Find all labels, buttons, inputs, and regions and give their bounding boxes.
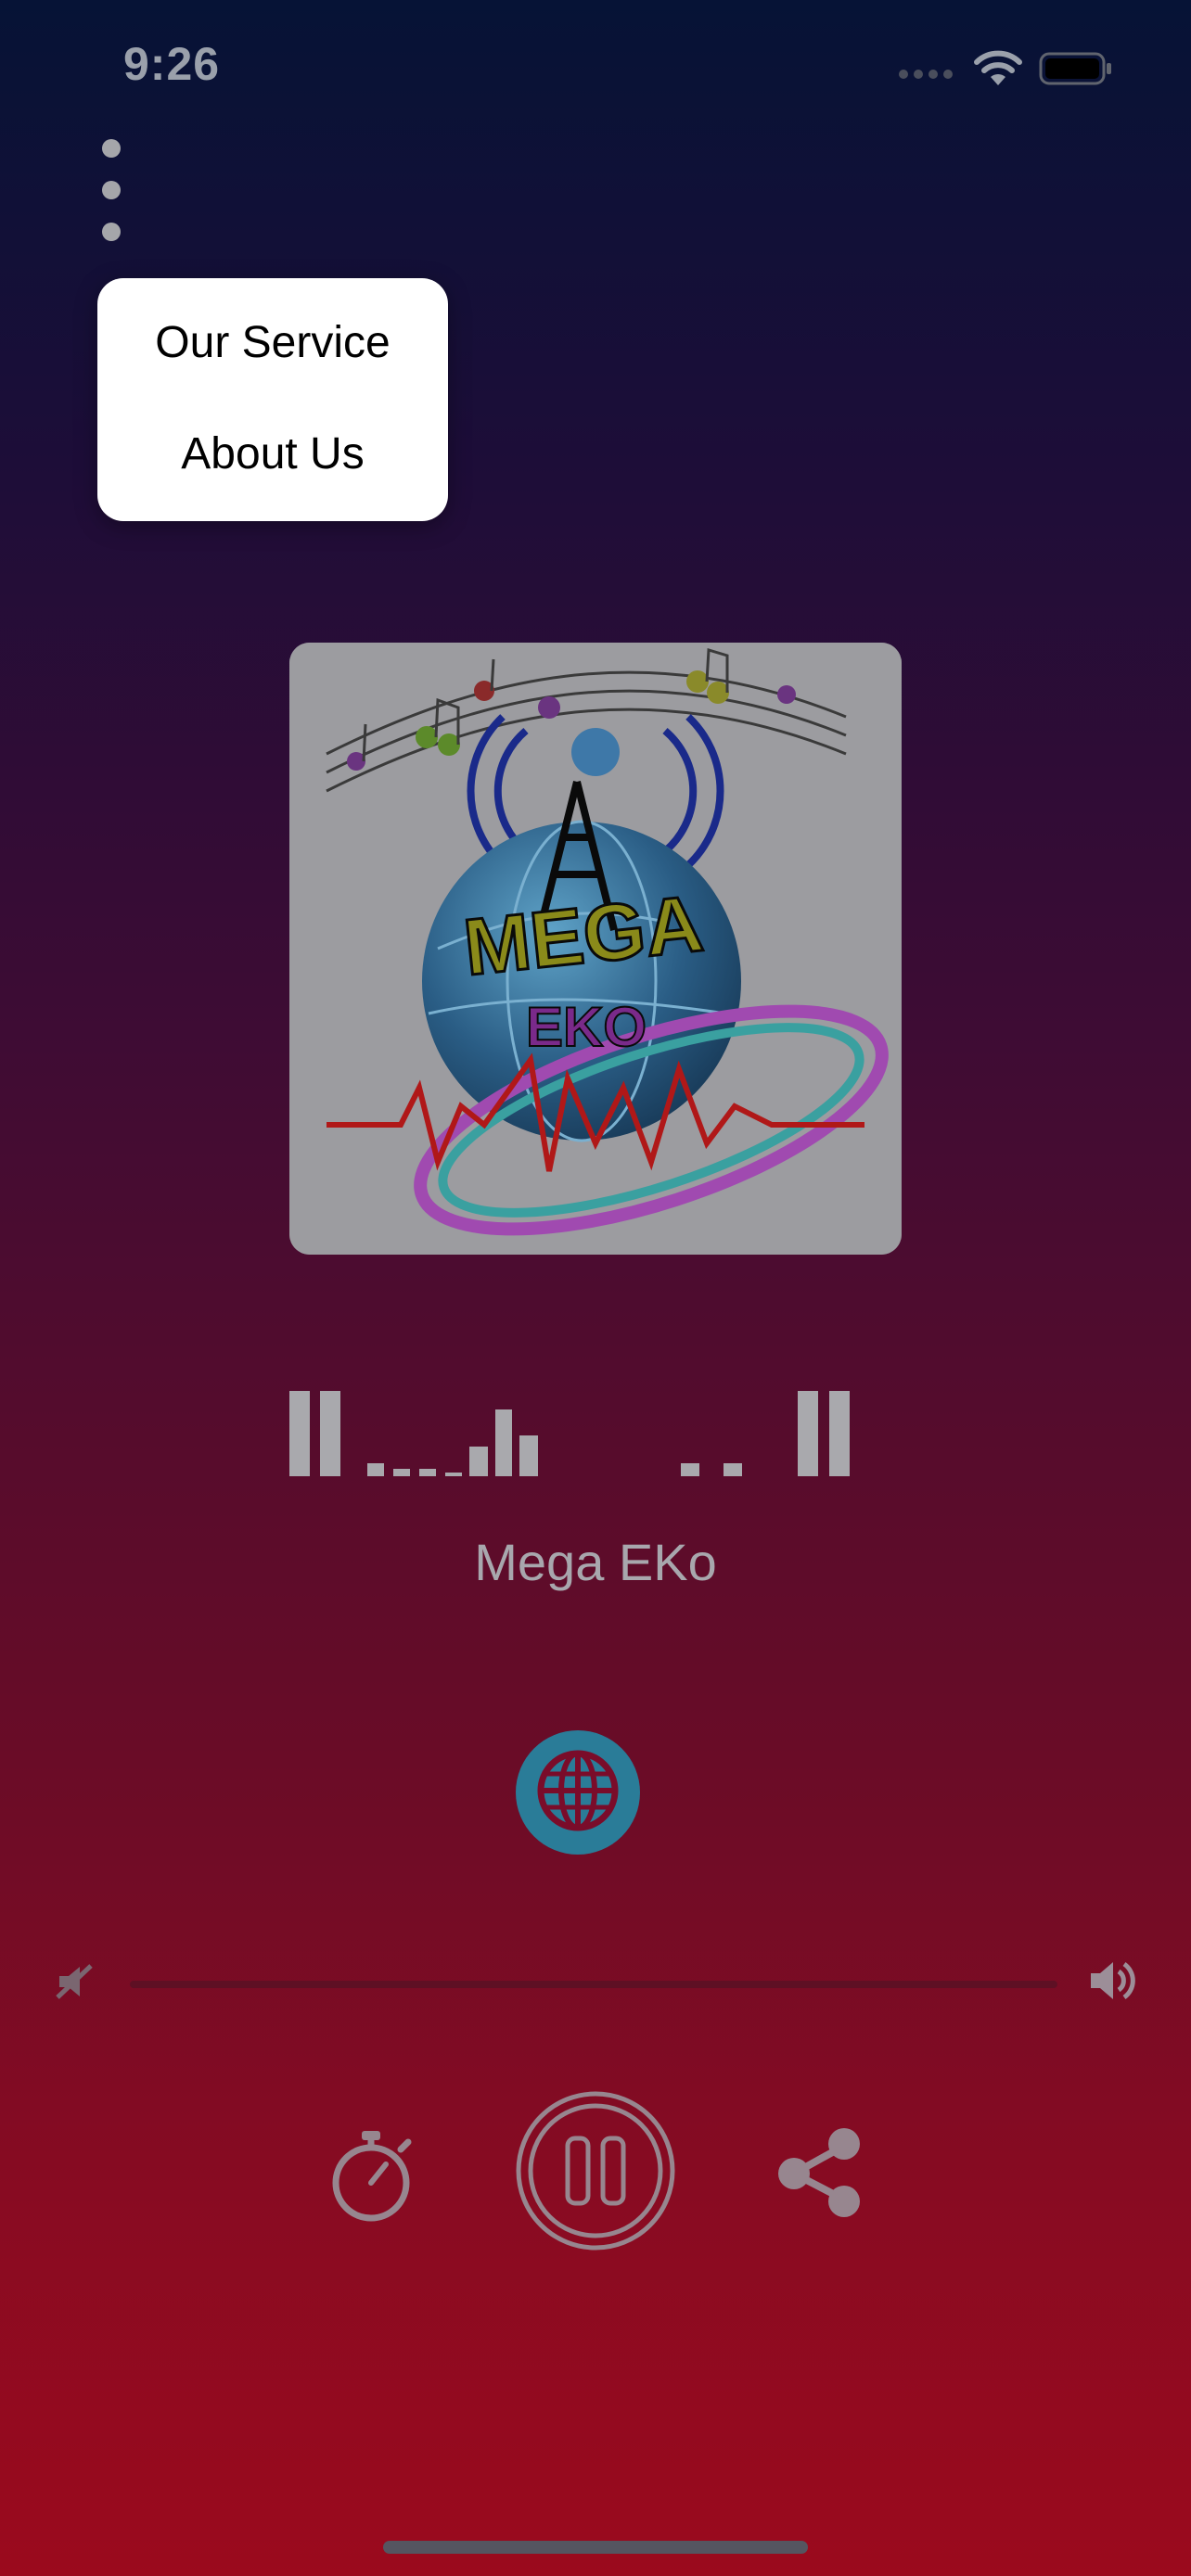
eq-bar xyxy=(320,1391,340,1476)
eq-bar xyxy=(519,1435,538,1476)
eq-visualizer xyxy=(289,1391,902,1476)
eq-bar xyxy=(367,1463,384,1476)
stopwatch-icon xyxy=(327,2131,423,2229)
more-vertical-icon xyxy=(102,139,121,158)
menu-item-our-service[interactable]: Our Service xyxy=(97,317,448,368)
battery-icon xyxy=(1039,52,1113,90)
status-bar: 9:26 xyxy=(0,0,1191,139)
wifi-icon xyxy=(972,48,1024,92)
eq-bar xyxy=(495,1409,512,1476)
menu-item-about-us[interactable]: About Us xyxy=(97,428,448,479)
eq-bar xyxy=(445,1473,462,1476)
status-time: 9:26 xyxy=(123,38,221,90)
svg-text:EKO: EKO xyxy=(526,996,647,1058)
pause-icon xyxy=(515,2091,676,2255)
cellular-signal-icon xyxy=(898,67,957,86)
more-menu-button[interactable] xyxy=(93,139,130,241)
station-name: Mega EKo xyxy=(474,1533,717,1591)
eq-bar xyxy=(798,1391,818,1476)
share-icon xyxy=(774,2128,866,2222)
station-artwork: MEGA EKO xyxy=(289,643,902,1255)
share-button[interactable] xyxy=(774,2125,866,2218)
eq-bar xyxy=(681,1463,699,1476)
popup-menu: Our Service About Us xyxy=(97,278,448,521)
eq-bar xyxy=(419,1469,436,1476)
play-pause-button[interactable] xyxy=(515,2090,676,2251)
website-button[interactable] xyxy=(516,1730,640,1855)
eq-bar xyxy=(289,1391,310,1476)
volume-control xyxy=(56,1945,1141,2020)
volume-slider[interactable] xyxy=(130,1981,1057,1988)
eq-bar xyxy=(724,1463,742,1476)
volume-mute-icon[interactable] xyxy=(56,1962,96,2006)
globe-icon xyxy=(535,1748,621,1838)
sleep-timer-button[interactable] xyxy=(327,2123,423,2225)
eq-bar xyxy=(393,1469,410,1476)
eq-bar xyxy=(469,1447,488,1476)
volume-high-icon[interactable] xyxy=(1087,1957,1139,2009)
eq-bar xyxy=(829,1391,850,1476)
home-indicator[interactable] xyxy=(383,2541,808,2554)
